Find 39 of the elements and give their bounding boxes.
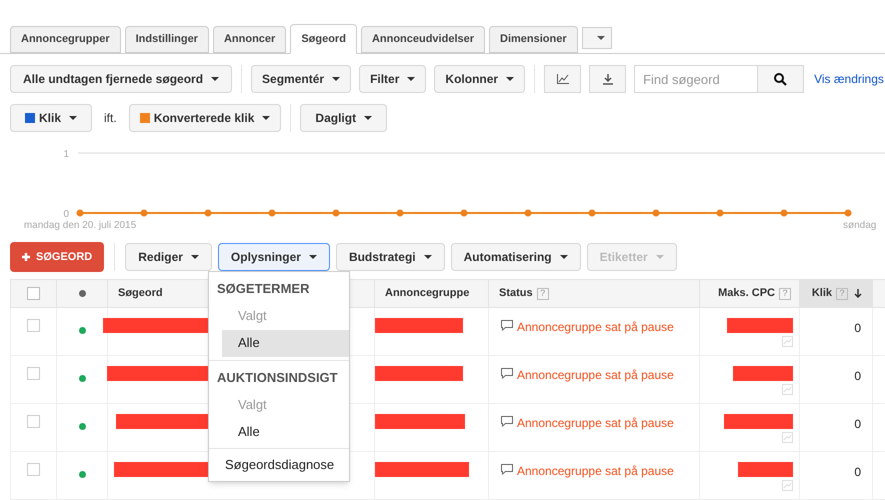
metric-dropdown[interactable]: Klik bbox=[10, 104, 92, 132]
keyword-scope-dropdown[interactable]: Alle undtagen fjernede søgeord bbox=[10, 65, 232, 93]
menu-section-header: AUKTIONSINDSIGT bbox=[216, 368, 339, 386]
toolbar-dropdown[interactable]: Segmentér bbox=[251, 65, 352, 93]
column-header[interactable]: Maks. CPC bbox=[718, 285, 775, 302]
x-tick-label: mandag den 20. juli 2015 bbox=[24, 220, 136, 231]
period-dropdown[interactable]: Dagligt bbox=[300, 104, 388, 132]
column-header[interactable]: Søgeord bbox=[118, 285, 163, 302]
clicks-value: 0 bbox=[854, 320, 861, 337]
tab[interactable]: Indstillinger bbox=[124, 26, 209, 53]
tab[interactable]: Annoncer bbox=[212, 26, 286, 53]
tab[interactable]: Annonceudvidelser bbox=[360, 26, 486, 53]
tab[interactable]: Søgeord bbox=[290, 24, 357, 54]
column-header[interactable]: Status bbox=[499, 285, 533, 302]
metric-dropdown[interactable]: Konverterede klik bbox=[128, 104, 282, 132]
action-dropdown[interactable]: Rediger bbox=[125, 243, 212, 271]
view-changes-link[interactable]: Vis ændrings bbox=[814, 70, 884, 88]
clicks-value: 0 bbox=[854, 368, 861, 385]
toolbar-dropdown[interactable]: Filter bbox=[359, 65, 426, 93]
tab[interactable]: Annoncegrupper bbox=[10, 26, 121, 53]
tab[interactable]: Dimensioner bbox=[489, 26, 578, 53]
clicks-value: 0 bbox=[854, 464, 861, 481]
menu-option[interactable]: Alle bbox=[222, 418, 349, 445]
search-field[interactable]: Find søgeord bbox=[634, 65, 758, 93]
y-tick-label: 0 bbox=[63, 209, 69, 220]
action-dropdown[interactable]: Oplysninger bbox=[218, 243, 330, 271]
toolbar-dropdown[interactable]: Kolonner bbox=[434, 65, 526, 93]
menu-section-header: SØGETERMER bbox=[216, 280, 310, 298]
column-header[interactable]: Klik bbox=[812, 285, 832, 302]
action-dropdown[interactable]: Automatisering bbox=[450, 243, 581, 271]
clicks-value: 0 bbox=[854, 416, 861, 433]
column-header[interactable]: Annoncegruppe bbox=[385, 285, 470, 302]
add-keyword-button[interactable]: SØGEORD bbox=[10, 242, 104, 272]
x-tick-label: søndag bbox=[843, 220, 876, 231]
menu-option[interactable]: Alle bbox=[222, 330, 349, 356]
action-dropdown[interactable]: Budstrategi bbox=[336, 243, 445, 271]
versus-label: ift. bbox=[104, 110, 117, 127]
menu-item[interactable]: Søgeordsdiagnose bbox=[209, 452, 349, 478]
y-tick-label: 1 bbox=[63, 149, 69, 160]
